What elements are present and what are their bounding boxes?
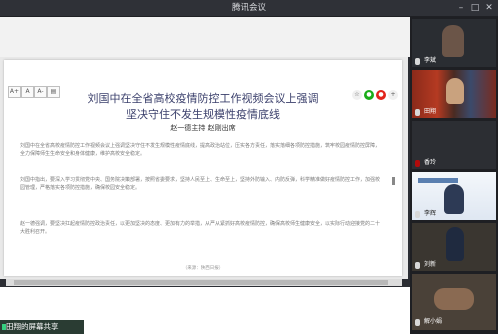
- mouse-cursor: [392, 177, 395, 185]
- participant-video: [434, 288, 474, 310]
- shared-document: A+ A A- ▤ ☆ ● ● + 刘国中在全省高校疫情防控工作视频会议上强调 …: [4, 60, 402, 276]
- participant-tile[interactable]: 李辉: [412, 172, 496, 220]
- microphone-icon: [415, 109, 420, 116]
- participant-name: 李辉: [424, 210, 437, 217]
- maximize-icon[interactable]: □: [468, 1, 482, 15]
- screen-share-label: 田翔的屏幕共享: [6, 322, 59, 331]
- shared-screen-top: [0, 17, 410, 57]
- participant-face: [444, 184, 464, 214]
- horizontal-scrollbar-thumb[interactable]: [14, 280, 388, 285]
- article-headline-line2: 坚决守住不发生规模性疫情底线: [126, 108, 280, 121]
- article-paragraph: 赵一德强调，要坚决扛起疫情防控政治责任，以更加坚决的态度、更加有力的举措，从严从…: [20, 221, 381, 235]
- participant-tile[interactable]: 香玲: [412, 121, 496, 169]
- article-source: （来源：陕西日报）: [182, 266, 224, 271]
- window-title: 腾讯会议: [231, 3, 266, 13]
- microphone-muted-icon: [415, 160, 420, 167]
- participant-name: 香玲: [424, 159, 437, 166]
- participant-tile[interactable]: 田翔: [412, 70, 496, 118]
- participant-tile[interactable]: 刘新: [412, 223, 496, 271]
- participant-video: [446, 227, 464, 261]
- article-paragraph: 刘国中在全省高校疫情防控工作视频会议上强调坚决守住不发生规模性疫情底线，提高政治…: [20, 143, 381, 157]
- microphone-icon: [415, 319, 420, 326]
- participant-tile[interactable]: 李斌: [412, 19, 496, 67]
- close-icon[interactable]: ✕: [482, 1, 496, 15]
- article-headline-line1: 刘国中在全省高校疫情防控工作视频会议上强调: [87, 92, 319, 105]
- participant-name: 刘新: [424, 261, 437, 268]
- background-banner: [418, 178, 458, 183]
- microphone-icon: [415, 58, 420, 65]
- participant-tile[interactable]: 解小娟: [412, 274, 496, 330]
- article-paragraph: 刘国中指出，要深入学习贯彻党中央、国务院决策部署，按照省委要求，坚持人民至上、生…: [20, 177, 381, 191]
- microphone-icon: [415, 262, 420, 269]
- participant-face: [446, 78, 464, 104]
- participant-name: 田翔: [424, 108, 437, 115]
- minimize-icon[interactable]: –: [454, 1, 468, 15]
- participant-name: 李斌: [424, 57, 437, 64]
- participant-video: [442, 25, 464, 57]
- participant-name: 解小娟: [424, 318, 443, 325]
- article-byline: 赵一德主持 赵刚出席: [170, 124, 236, 132]
- microphone-icon: [415, 211, 420, 218]
